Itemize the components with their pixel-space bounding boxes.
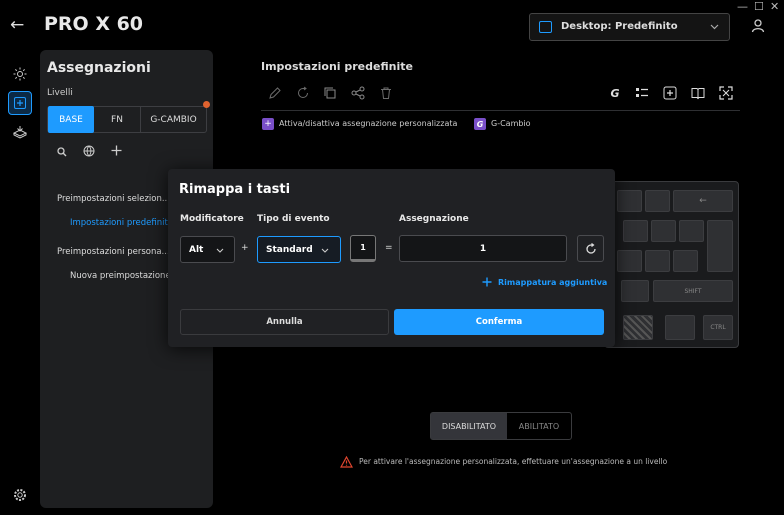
enter-key[interactable] [707, 220, 733, 272]
keyboard-key[interactable] [621, 280, 649, 302]
key-capture-field[interactable]: 1 [350, 235, 376, 262]
g-shift-legend-icon: G [474, 118, 486, 130]
warning-icon [340, 456, 353, 468]
additional-remap-link[interactable]: Rimappatura aggiuntiva [482, 277, 607, 287]
event-type-label: Tipo di evento [257, 214, 330, 224]
assignment-input[interactable]: 1 [399, 235, 567, 262]
modifier-value: Alt [189, 244, 204, 255]
legend-g-cambio: G-Cambio [491, 119, 531, 128]
keyboard-key[interactable] [623, 220, 648, 242]
modifier-select[interactable]: Alt [180, 236, 235, 263]
warning-text: Per attivare l'assegnazione personalizza… [359, 457, 668, 466]
plus-sign: + [241, 243, 249, 253]
delete-trash-icon[interactable] [378, 85, 394, 101]
plus-icon [482, 277, 492, 287]
user-icon[interactable] [751, 18, 765, 33]
list-view-icon[interactable] [634, 85, 650, 101]
sidebar-title: Assegnazioni [47, 60, 151, 76]
remap-dialog: Rimappa i tasti Modificatore Tipo di eve… [168, 169, 615, 347]
hatched-key[interactable] [623, 315, 653, 340]
keyboard-preview: ← SHIFT CTRL [604, 181, 739, 348]
notification-dot [203, 101, 210, 108]
keyboard-key[interactable] [645, 250, 670, 272]
enabled-option[interactable]: ABILITATO [507, 413, 571, 439]
refresh-icon [585, 242, 596, 254]
preset-item-default[interactable]: Impostazioni predefinite [70, 218, 168, 228]
profile-selector[interactable]: Desktop: Predefinito [529, 13, 730, 41]
expand-icon[interactable] [718, 85, 734, 101]
ctrl-key[interactable]: CTRL [703, 315, 733, 340]
cancel-button[interactable]: Annulla [180, 309, 389, 335]
reset-assignment-button[interactable] [577, 235, 604, 262]
search-icon[interactable] [57, 147, 67, 157]
chevron-down-icon [216, 248, 224, 253]
chevron-down-icon [321, 248, 329, 253]
assignments-icon[interactable] [8, 91, 32, 115]
add-icon[interactable] [111, 145, 122, 156]
modifier-label: Modificatore [180, 214, 244, 224]
tab-g-cambio[interactable]: G-CAMBIO [141, 106, 206, 133]
profile-label: Desktop: Predefinito [561, 21, 678, 32]
toolbar-divider [261, 110, 740, 111]
chevron-down-icon [710, 24, 719, 30]
confirm-button[interactable]: Conferma [394, 309, 604, 335]
g-shift-icon[interactable]: G [607, 85, 623, 101]
tab-fn[interactable]: FN [94, 106, 141, 133]
preset-section-custom[interactable]: Preimpostazioni persona... [57, 247, 170, 257]
keyboard-key[interactable] [617, 250, 642, 272]
book-icon[interactable] [690, 85, 706, 101]
assignment-value: 1 [479, 243, 487, 254]
minimize-button[interactable]: — [737, 0, 748, 13]
equals-sign: = [385, 243, 393, 253]
dialog-title: Rimappa i tasti [179, 182, 291, 197]
device-title: PRO X 60 [44, 13, 144, 35]
shift-key[interactable]: SHIFT [653, 280, 733, 302]
back-arrow-icon[interactable]: ← [10, 15, 24, 35]
preset-section-selected[interactable]: Preimpostazioni selezion... [57, 194, 170, 204]
additional-remap-label: Rimappatura aggiuntiva [498, 277, 608, 287]
keyboard-key[interactable] [651, 220, 676, 242]
disabled-option[interactable]: DISABILITATO [431, 413, 507, 439]
key-capture-value: 1 [360, 243, 366, 252]
backspace-key[interactable]: ← [673, 190, 733, 212]
preset-item-new[interactable]: Nuova preimpostazione [70, 271, 168, 281]
event-type-select[interactable]: Standard [257, 236, 341, 263]
keyboard-key[interactable] [679, 220, 704, 242]
reset-icon[interactable] [295, 85, 311, 101]
add-square-icon[interactable] [662, 85, 678, 101]
event-type-value: Standard [266, 244, 313, 255]
keyboard-key[interactable] [673, 250, 698, 272]
lighting-sun-icon[interactable] [9, 63, 31, 85]
share-icon[interactable] [350, 85, 366, 101]
maximize-button[interactable]: ☐ [754, 0, 764, 13]
main-title: Impostazioni predefinite [261, 60, 413, 73]
profile-desktop-icon [539, 21, 552, 33]
keyboard-key[interactable] [665, 315, 695, 340]
settings-gear-icon[interactable] [9, 484, 31, 506]
levels-label: Livelli [47, 88, 73, 98]
assignment-label: Assegnazione [399, 214, 469, 224]
globe-icon[interactable] [83, 145, 95, 157]
tab-base[interactable]: BASE [48, 106, 94, 133]
keyboard-key[interactable] [645, 190, 670, 212]
custom-toggle-icon: + [262, 118, 274, 130]
legend-custom-toggle: Attiva/disattiva assegnazione personaliz… [279, 119, 458, 128]
close-window-button[interactable]: ✕ [770, 0, 779, 13]
copy-icon[interactable] [322, 85, 338, 101]
game-mode-icon[interactable] [9, 121, 31, 143]
keyboard-key[interactable] [617, 190, 642, 212]
edit-pencil-icon[interactable] [267, 85, 283, 101]
